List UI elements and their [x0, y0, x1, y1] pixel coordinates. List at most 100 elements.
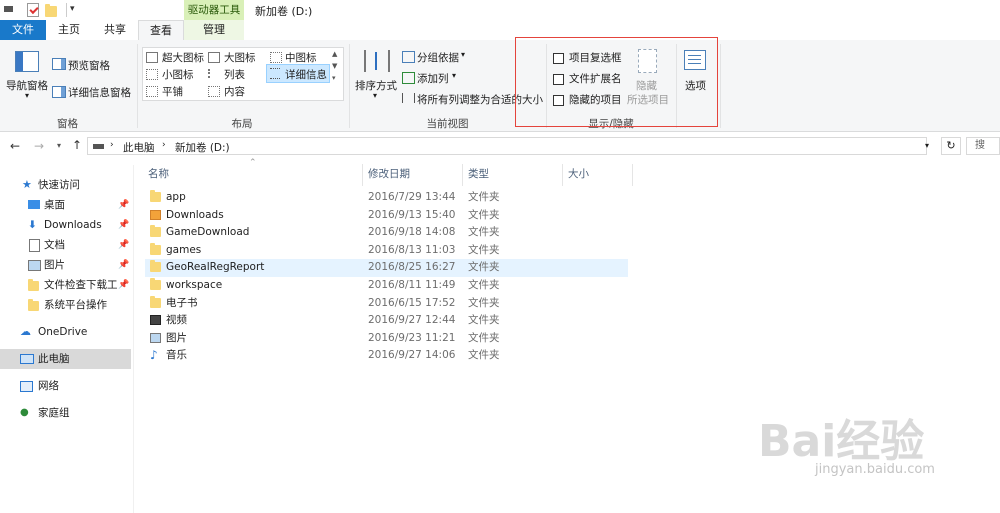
column-header-name[interactable]: 名称: [148, 166, 169, 181]
column-divider[interactable]: [462, 164, 463, 186]
tab-manage[interactable]: 管理: [184, 20, 244, 40]
group-label-layout: 布局: [231, 118, 253, 130]
nav-quick-access[interactable]: ★ 快速访问: [0, 175, 131, 195]
layout-list[interactable]: 列表: [224, 67, 245, 82]
context-tab-title: 驱动器工具: [187, 4, 241, 16]
layout-content[interactable]: 内容: [224, 84, 245, 99]
nav-documents[interactable]: 文档 📌: [0, 235, 131, 255]
column-header-date[interactable]: 修改日期: [368, 166, 410, 181]
address-dropdown-icon[interactable]: ▾: [925, 141, 929, 150]
column-divider[interactable]: [562, 164, 563, 186]
file-row[interactable]: Downloads 2016/9/13 15:40 文件夹: [145, 207, 628, 225]
group-separator: [720, 44, 721, 128]
layout-details[interactable]: 详细信息: [285, 67, 327, 82]
forward-button[interactable]: →: [34, 139, 44, 153]
preview-pane-button[interactable]: 预览窗格: [68, 58, 110, 73]
nav-this-pc[interactable]: 此电脑: [0, 349, 131, 369]
search-input[interactable]: 搜索"新: [966, 137, 1000, 155]
qat-customize-icon[interactable]: ▾: [70, 4, 75, 14]
recent-locations-icon[interactable]: ▾: [57, 141, 61, 150]
window-menu-icon[interactable]: [4, 6, 13, 12]
new-folder-qat-icon[interactable]: [45, 4, 57, 17]
tab-view[interactable]: 查看: [138, 20, 184, 42]
file-row[interactable]: GameDownload 2016/9/18 14:08 文件夹: [145, 224, 628, 242]
file-row[interactable]: workspace 2016/8/11 11:49 文件夹: [145, 277, 628, 295]
file-row[interactable]: ♪ 音乐 2016/9/27 14:06 文件夹: [145, 347, 628, 365]
up-button[interactable]: ↑: [72, 138, 82, 152]
file-date: 2016/8/13 11:03: [368, 243, 456, 256]
file-type: 文件夹: [468, 208, 500, 221]
file-name: 图片: [166, 331, 187, 344]
nav-system-platform[interactable]: 系统平台操作: [0, 295, 131, 315]
nav-network[interactable]: 网络: [0, 376, 131, 396]
pin-icon[interactable]: 📌: [118, 235, 129, 255]
file-name: games: [166, 243, 202, 256]
nav-desktop[interactable]: 桌面 📌: [0, 195, 131, 215]
file-row[interactable]: 图片 2016/9/23 11:21 文件夹: [145, 330, 628, 348]
pin-icon[interactable]: 📌: [118, 215, 129, 235]
nav-label: 网络: [38, 380, 59, 392]
tab-file[interactable]: 文件: [0, 20, 46, 40]
watermark-logo: Bai经验: [758, 416, 925, 467]
nav-onedrive[interactable]: ☁ OneDrive: [0, 322, 131, 342]
breadcrumb-this-pc[interactable]: 此电脑: [123, 140, 155, 155]
group-by-button[interactable]: 分组依据: [417, 50, 459, 65]
refresh-button[interactable]: ↻: [941, 137, 961, 155]
file-name: Downloads: [166, 208, 224, 221]
annotation-highlight-box: [515, 37, 718, 127]
tab-home[interactable]: 主页: [46, 20, 92, 40]
document-icon: [29, 239, 40, 252]
pin-icon[interactable]: 📌: [118, 255, 129, 275]
pin-icon[interactable]: 📌: [118, 195, 129, 215]
nav-pane-dropdown-icon[interactable]: ▾: [25, 91, 29, 100]
file-type: 文件夹: [468, 296, 500, 309]
sort-by-dropdown-icon[interactable]: ▾: [373, 91, 377, 100]
nav-downloads[interactable]: ⬇ Downloads 📌: [0, 215, 131, 235]
column-header-size[interactable]: 大小: [568, 166, 589, 181]
layout-extra-large[interactable]: 超大图标: [162, 50, 204, 65]
tab-share[interactable]: 共享: [92, 20, 138, 40]
file-row[interactable]: games 2016/8/13 11:03 文件夹: [145, 242, 628, 260]
column-divider[interactable]: [362, 164, 363, 186]
nav-pane-icon[interactable]: [15, 51, 39, 72]
desktop-icon: [28, 200, 40, 209]
breadcrumb-chevron[interactable]: ›: [162, 140, 166, 150]
add-columns-dropdown-icon[interactable]: ▾: [452, 71, 456, 80]
pictures-folder-icon: [150, 332, 161, 343]
nav-homegroup[interactable]: ● 家庭组: [0, 403, 131, 423]
file-row[interactable]: 视频 2016/9/27 12:44 文件夹: [145, 312, 628, 330]
group-by-dropdown-icon[interactable]: ▾: [461, 50, 465, 59]
picture-icon: [28, 260, 41, 271]
breadcrumb-chevron[interactable]: ›: [110, 140, 114, 150]
pin-icon[interactable]: 📌: [118, 275, 129, 295]
file-row[interactable]: 电子书 2016/6/15 17:52 文件夹: [145, 295, 628, 313]
column-header-type[interactable]: 类型: [468, 166, 489, 181]
file-date: 2016/7/29 13:44: [368, 191, 456, 203]
size-columns-icon: [402, 93, 415, 103]
add-columns-button[interactable]: 添加列: [417, 71, 449, 86]
file-type: 文件夹: [468, 226, 500, 239]
nav-pictures[interactable]: 图片 📌: [0, 255, 131, 275]
properties-qat-icon[interactable]: [27, 3, 39, 17]
column-divider[interactable]: [632, 164, 633, 186]
folder-icon: [150, 295, 161, 308]
file-name: GameDownload: [166, 226, 250, 239]
nav-label: 桌面: [44, 199, 65, 211]
sort-ascending-icon: ⌃: [249, 158, 257, 168]
layout-large[interactable]: 大图标: [224, 50, 256, 65]
window-title: 新加卷 (D:): [255, 5, 313, 18]
nav-file-check-tool[interactable]: 文件检查下载工具 📌: [0, 275, 131, 295]
gallery-scroll-icon[interactable]: ▲ ▼ ▾: [332, 48, 337, 84]
layout-tiles[interactable]: 平铺: [162, 84, 183, 99]
cloud-icon: ☁: [20, 325, 31, 338]
file-name: 音乐: [166, 349, 187, 362]
qat-separator: [66, 3, 67, 17]
layout-medium[interactable]: 中图标: [285, 50, 317, 65]
details-pane-button[interactable]: 详细信息窗格: [68, 85, 131, 100]
file-row[interactable]: GeoRealRegReport 2016/8/25 16:27 文件夹: [145, 259, 628, 277]
file-row[interactable]: app 2016/7/29 13:44 文件夹: [145, 189, 628, 207]
layout-small[interactable]: 小图标: [162, 67, 194, 82]
breadcrumb-drive-d[interactable]: 新加卷 (D:): [175, 140, 230, 155]
file-date: 2016/9/27 12:44: [368, 314, 456, 327]
back-button[interactable]: ←: [10, 139, 20, 153]
